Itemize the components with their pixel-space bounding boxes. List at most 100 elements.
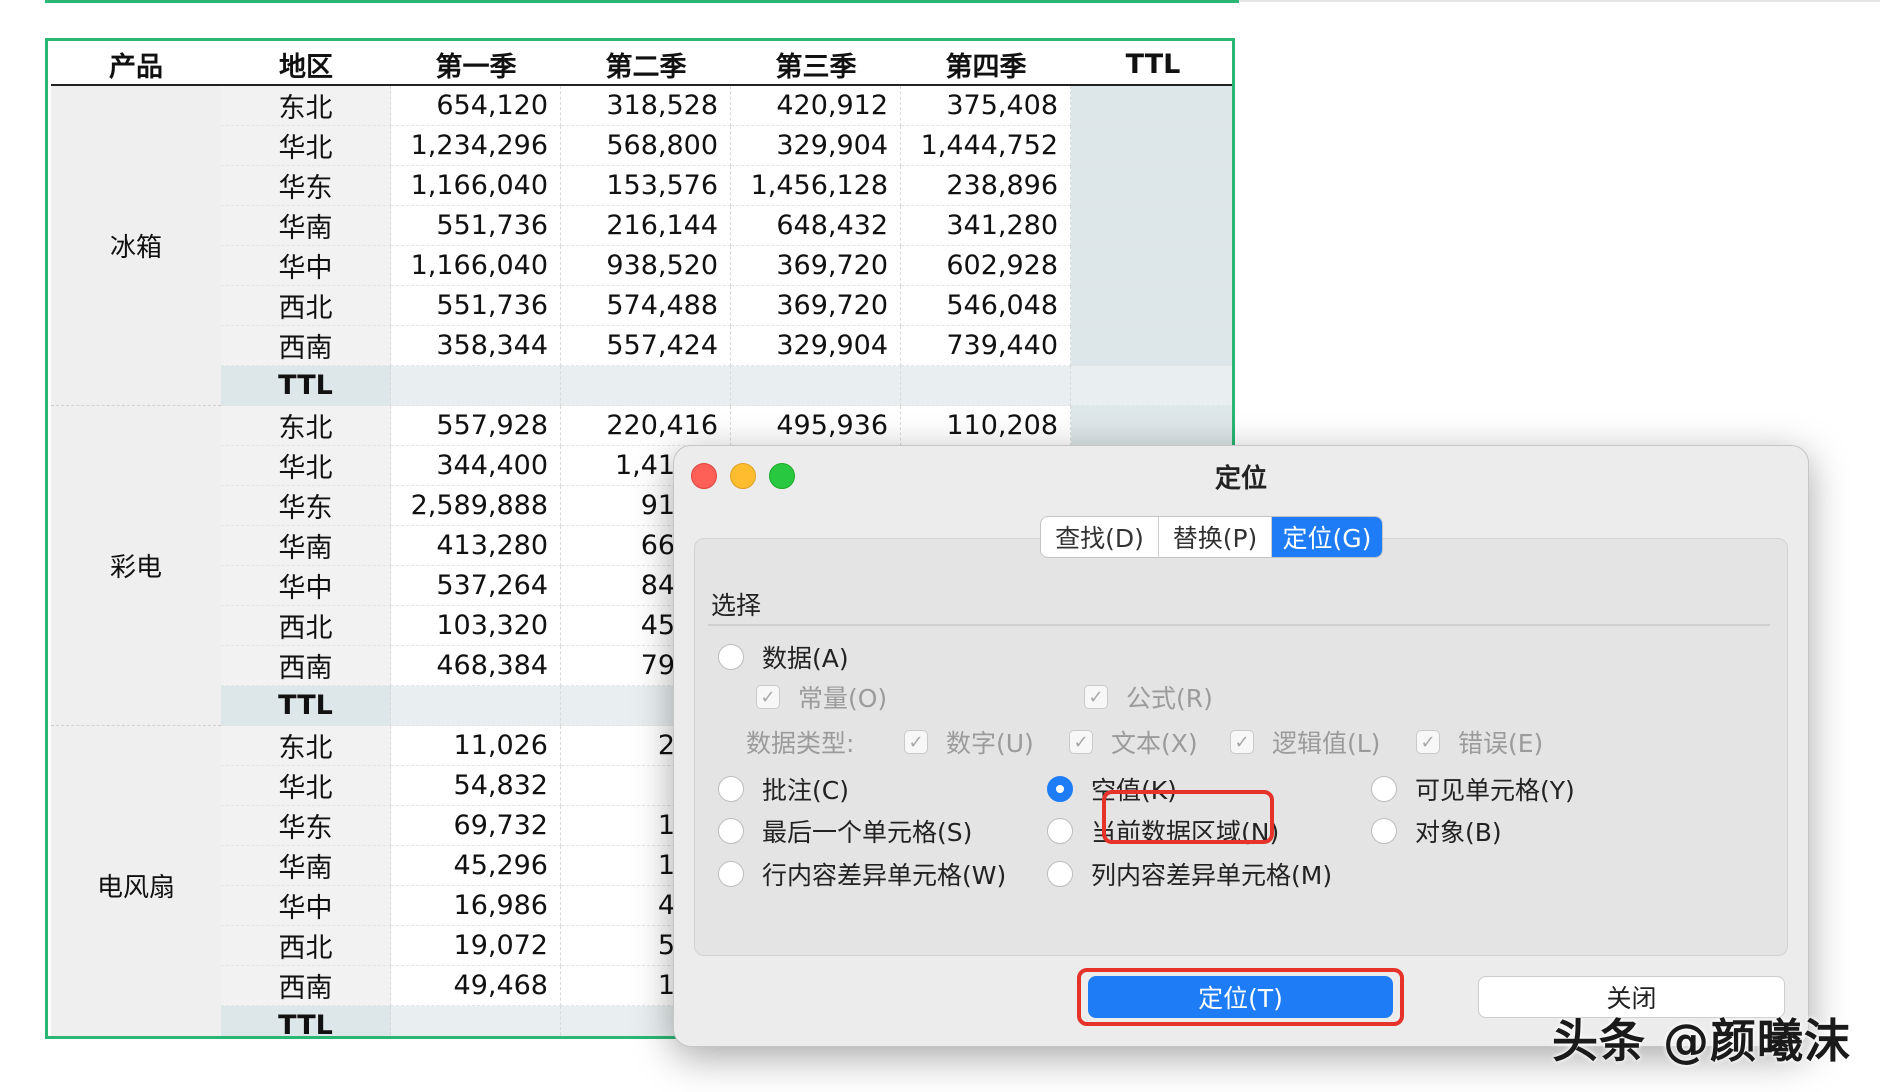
subtotal-cell[interactable] <box>391 366 561 406</box>
value-cell[interactable]: 1,444,752 <box>901 126 1071 166</box>
value-cell[interactable]: 1,166,040 <box>391 166 561 206</box>
region-cell[interactable]: 华北 <box>221 126 391 166</box>
value-cell[interactable]: 45,296 <box>391 846 561 886</box>
value-cell[interactable]: 19,072 <box>391 926 561 966</box>
region-cell[interactable]: 西北 <box>221 926 391 966</box>
checkbox-formula[interactable]: ✓ 公式(R) <box>1084 679 1213 715</box>
product-cell[interactable]: 电风扇 <box>51 726 221 1036</box>
value-cell[interactable]: 551,736 <box>391 286 561 326</box>
region-cell[interactable]: 西南 <box>221 966 391 1006</box>
ttl-cell[interactable] <box>1071 86 1232 126</box>
region-cell[interactable]: 西南 <box>221 326 391 366</box>
region-cell[interactable]: 华南 <box>221 846 391 886</box>
value-cell[interactable]: 739,440 <box>901 326 1071 366</box>
radio-row-diff[interactable] <box>718 861 744 887</box>
subtotal-label[interactable]: TTL <box>221 366 391 406</box>
value-cell[interactable]: 344,400 <box>391 446 561 486</box>
value-cell[interactable]: 2,589,888 <box>391 486 561 526</box>
value-cell[interactable]: 216,144 <box>561 206 731 246</box>
value-cell[interactable]: 537,264 <box>391 566 561 606</box>
value-cell[interactable]: 938,520 <box>561 246 731 286</box>
value-cell[interactable]: 103,320 <box>391 606 561 646</box>
region-cell[interactable]: 华北 <box>221 446 391 486</box>
region-cell[interactable]: 华南 <box>221 526 391 566</box>
value-cell[interactable]: 69,732 <box>391 806 561 846</box>
value-cell[interactable]: 358,344 <box>391 326 561 366</box>
value-cell[interactable]: 11,026 <box>391 726 561 766</box>
radio-blank[interactable] <box>1047 776 1073 802</box>
subtotal-label[interactable]: TTL <box>221 686 391 726</box>
column-header[interactable]: 第二季 <box>561 44 731 84</box>
option-data[interactable]: 数据(A) <box>718 639 849 675</box>
value-cell[interactable]: 369,720 <box>731 246 901 286</box>
region-cell[interactable]: 东北 <box>221 406 391 446</box>
subtotal-cell[interactable] <box>901 366 1071 406</box>
value-cell[interactable]: 546,048 <box>901 286 1071 326</box>
tab-find[interactable]: 查找(D) <box>1041 517 1159 557</box>
region-cell[interactable]: 华北 <box>221 766 391 806</box>
ttl-cell[interactable] <box>1071 166 1232 206</box>
subtotal-cell[interactable] <box>1071 366 1232 406</box>
region-cell[interactable]: 华东 <box>221 806 391 846</box>
region-cell[interactable]: 华中 <box>221 886 391 926</box>
value-cell[interactable]: 413,280 <box>391 526 561 566</box>
value-cell[interactable]: 54,832 <box>391 766 561 806</box>
region-cell[interactable]: 西北 <box>221 606 391 646</box>
value-cell[interactable]: 654,120 <box>391 86 561 126</box>
subtotal-cell[interactable] <box>391 1006 561 1036</box>
value-cell[interactable]: 574,488 <box>561 286 731 326</box>
radio-data[interactable] <box>718 644 744 670</box>
region-cell[interactable]: 华中 <box>221 566 391 606</box>
checkbox-number[interactable]: ✓ 数字(U) <box>904 724 1034 760</box>
value-cell[interactable]: 329,904 <box>731 126 901 166</box>
value-cell[interactable]: 468,384 <box>391 646 561 686</box>
region-cell[interactable]: 华东 <box>221 486 391 526</box>
value-cell[interactable]: 341,280 <box>901 206 1071 246</box>
product-cell[interactable]: 彩电 <box>51 406 221 726</box>
value-cell[interactable]: 49,468 <box>391 966 561 1006</box>
region-cell[interactable]: 西北 <box>221 286 391 326</box>
region-cell[interactable]: 华南 <box>221 206 391 246</box>
value-cell[interactable]: 568,800 <box>561 126 731 166</box>
subtotal-cell[interactable] <box>731 366 901 406</box>
checkbox-text[interactable]: ✓ 文本(X) <box>1069 724 1198 760</box>
region-cell[interactable]: 东北 <box>221 86 391 126</box>
ttl-cell[interactable] <box>1071 206 1232 246</box>
value-cell[interactable]: 420,912 <box>731 86 901 126</box>
radio-current-region[interactable] <box>1047 818 1073 844</box>
value-cell[interactable]: 318,528 <box>561 86 731 126</box>
radio-comment[interactable] <box>718 776 744 802</box>
option-row-diff[interactable]: 行内容差异单元格(W) <box>718 856 1006 892</box>
radio-last-cell[interactable] <box>718 818 744 844</box>
radio-visible[interactable] <box>1371 776 1397 802</box>
ttl-cell[interactable] <box>1071 326 1232 366</box>
value-cell[interactable]: 602,928 <box>901 246 1071 286</box>
radio-object[interactable] <box>1371 818 1397 844</box>
region-cell[interactable]: 东北 <box>221 726 391 766</box>
region-cell[interactable]: 西南 <box>221 646 391 686</box>
value-cell[interactable]: 1,166,040 <box>391 246 561 286</box>
value-cell[interactable]: 551,736 <box>391 206 561 246</box>
value-cell[interactable]: 375,408 <box>901 86 1071 126</box>
value-cell[interactable]: 1,234,296 <box>391 126 561 166</box>
product-cell[interactable]: 冰箱 <box>51 86 221 406</box>
ttl-cell[interactable] <box>1071 406 1232 446</box>
value-cell[interactable]: 495,936 <box>731 406 901 446</box>
value-cell[interactable]: 369,720 <box>731 286 901 326</box>
ttl-cell[interactable] <box>1071 126 1232 166</box>
value-cell[interactable]: 329,904 <box>731 326 901 366</box>
value-cell[interactable]: 557,424 <box>561 326 731 366</box>
column-header[interactable]: 地区 <box>221 44 391 84</box>
ttl-cell[interactable] <box>1071 246 1232 286</box>
value-cell[interactable]: 110,208 <box>901 406 1071 446</box>
ttl-cell[interactable] <box>1071 286 1232 326</box>
value-cell[interactable]: 648,432 <box>731 206 901 246</box>
dialog-titlebar[interactable]: 定位 <box>674 446 1808 502</box>
option-object[interactable]: 对象(B) <box>1371 813 1502 849</box>
column-header[interactable]: 第一季 <box>391 44 561 84</box>
value-cell[interactable]: 153,576 <box>561 166 731 206</box>
column-header[interactable]: 第四季 <box>901 44 1071 84</box>
checkbox-constant[interactable]: ✓ 常量(O) <box>756 679 887 715</box>
column-header[interactable]: TTL <box>1071 44 1232 84</box>
value-cell[interactable]: 1,456,128 <box>731 166 901 206</box>
